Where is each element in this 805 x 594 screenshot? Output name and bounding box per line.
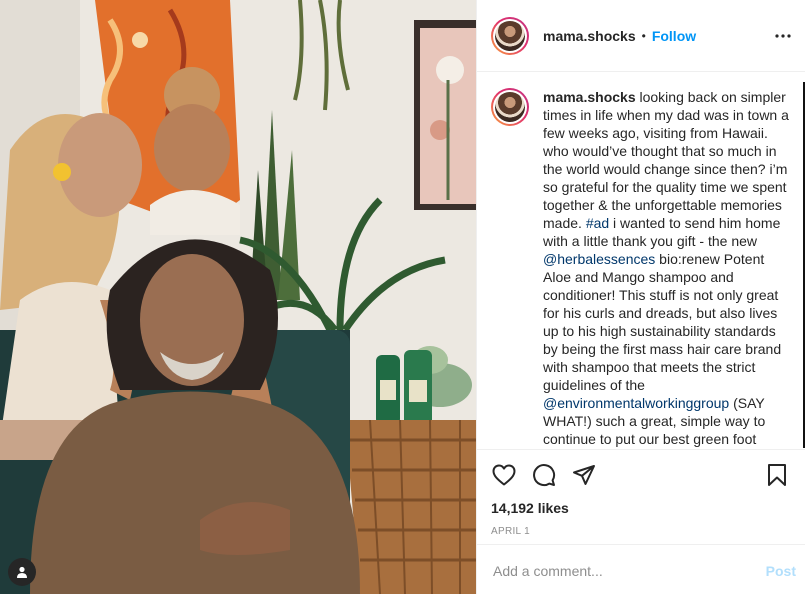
hashtag-link[interactable]: #ad bbox=[586, 215, 609, 231]
comment-icon bbox=[533, 464, 556, 487]
comment-input[interactable] bbox=[493, 562, 766, 579]
like-button[interactable] bbox=[491, 462, 517, 488]
caption-username-link[interactable]: mama.shocks bbox=[543, 89, 636, 105]
share-icon bbox=[573, 465, 595, 485]
username-link[interactable]: mama.shocks bbox=[543, 28, 636, 44]
caption-avatar[interactable] bbox=[491, 88, 529, 126]
avatar[interactable] bbox=[491, 16, 529, 55]
post-photo[interactable] bbox=[0, 0, 476, 594]
share-button[interactable] bbox=[571, 462, 597, 488]
photo-illustration bbox=[0, 0, 476, 594]
caption-section: mama.shocks looking back on simpler time… bbox=[477, 72, 805, 448]
bookmark-icon bbox=[768, 464, 786, 486]
more-horizontal-icon bbox=[775, 34, 791, 38]
save-button[interactable] bbox=[764, 462, 790, 488]
action-icons-row bbox=[491, 462, 790, 488]
comment-button[interactable] bbox=[531, 462, 557, 488]
caption-text: mama.shocks looking back on simpler time… bbox=[543, 88, 793, 448]
post-comment-button[interactable]: Post bbox=[766, 563, 796, 579]
post-panel: mama.shocks • Follow mama.shocks looking… bbox=[476, 0, 805, 594]
actions-section: 14,192 likes April 1 Post bbox=[477, 449, 805, 594]
separator-dot: • bbox=[641, 28, 646, 43]
follow-button[interactable]: Follow bbox=[652, 28, 696, 44]
post-date[interactable]: April 1 bbox=[491, 526, 790, 537]
caption-part: bio:renew Potent Aloe and Mango shampoo … bbox=[543, 251, 782, 393]
heart-icon bbox=[492, 464, 516, 486]
comment-box: Post bbox=[477, 544, 805, 594]
mention-link-herbalessences[interactable]: @herbalessences bbox=[543, 251, 655, 267]
post-header: mama.shocks • Follow bbox=[477, 0, 805, 72]
mention-link-ewg[interactable]: @environmentalworkinggroup bbox=[543, 395, 729, 411]
more-options-button[interactable] bbox=[773, 26, 793, 46]
likes-count[interactable]: 14,192 likes bbox=[491, 500, 790, 516]
caption-part: looking back on simpler times in life wh… bbox=[543, 89, 789, 231]
tagged-users-button[interactable] bbox=[8, 558, 36, 586]
user-icon bbox=[17, 566, 27, 578]
